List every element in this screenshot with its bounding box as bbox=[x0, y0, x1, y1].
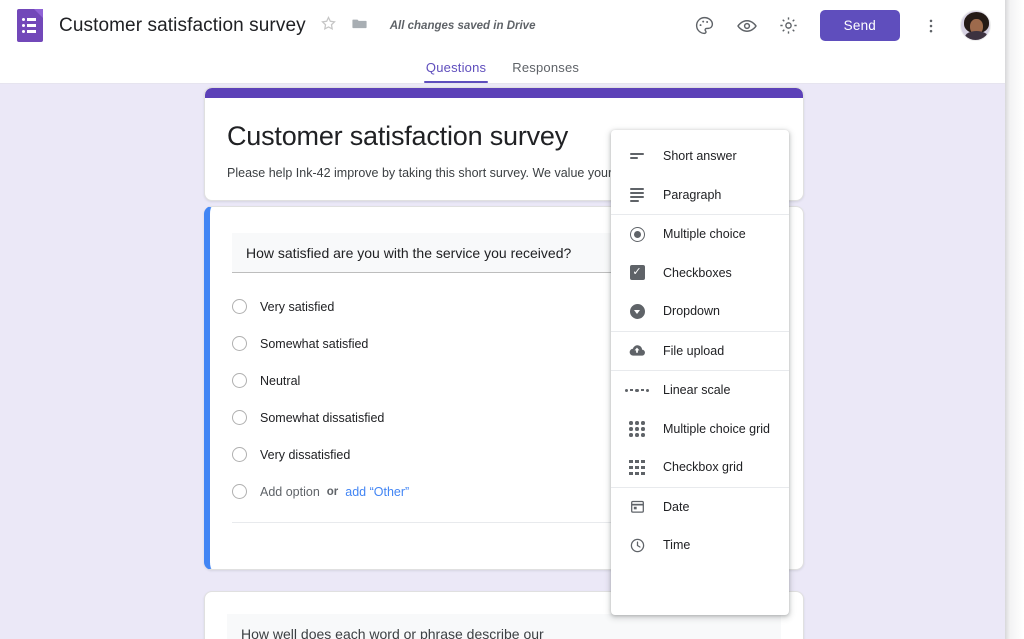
menu-item-dropdown[interactable]: Dropdown bbox=[611, 292, 789, 331]
radio-button-icon[interactable] bbox=[232, 447, 247, 462]
document-title[interactable]: Customer satisfaction survey bbox=[59, 15, 306, 37]
add-option-label[interactable]: Add option bbox=[260, 485, 320, 499]
or-label: or bbox=[326, 485, 339, 498]
tab-questions[interactable]: Questions bbox=[423, 60, 489, 83]
radio-button-icon[interactable] bbox=[232, 373, 247, 388]
radio-button-icon[interactable] bbox=[232, 336, 247, 351]
menu-item-checkbox-grid[interactable]: Checkbox grid bbox=[611, 448, 789, 487]
menu-item-label: Date bbox=[663, 499, 690, 514]
menu-item-label: Multiple choice grid bbox=[663, 421, 770, 436]
menu-item-file-upload[interactable]: File upload bbox=[611, 332, 789, 371]
screenshot-root: Customer satisfaction survey All changes… bbox=[0, 0, 1024, 639]
folder-icon[interactable] bbox=[351, 15, 368, 37]
menu-item-label: Multiple choice bbox=[663, 227, 746, 242]
palette-icon[interactable] bbox=[692, 13, 718, 39]
cloud-upload-icon bbox=[627, 341, 647, 361]
tab-bar: Questions Responses bbox=[0, 51, 1005, 84]
radio-button-icon bbox=[627, 224, 647, 244]
eye-icon[interactable] bbox=[734, 13, 760, 39]
radio-grid-icon bbox=[627, 419, 647, 439]
menu-item-label: Checkbox grid bbox=[663, 460, 743, 475]
menu-item-label: Linear scale bbox=[663, 383, 731, 398]
menu-item-date[interactable]: Date bbox=[611, 488, 789, 527]
checkbox-grid-icon bbox=[627, 457, 647, 477]
menu-item-short-answer[interactable]: Short answer bbox=[611, 137, 789, 176]
checkbox-icon: ✓ bbox=[627, 263, 647, 283]
menu-item-time[interactable]: Time bbox=[611, 526, 789, 565]
avatar[interactable] bbox=[960, 10, 991, 41]
radio-button-icon[interactable] bbox=[232, 410, 247, 425]
menu-group-datetime: Date Time bbox=[611, 486, 789, 565]
option-label[interactable]: Somewhat satisfied bbox=[260, 337, 368, 351]
browser-page: Customer satisfaction survey All changes… bbox=[0, 0, 1005, 639]
short-answer-icon bbox=[627, 146, 647, 166]
menu-item-checkboxes[interactable]: ✓ Checkboxes bbox=[611, 254, 789, 293]
menu-group-scale-grid: Linear scale Multiple choice grid Checkb… bbox=[611, 370, 789, 487]
send-button[interactable]: Send bbox=[819, 10, 900, 41]
paragraph-icon bbox=[627, 185, 647, 205]
option-label[interactable]: Somewhat dissatisfied bbox=[260, 411, 384, 425]
menu-item-label: Time bbox=[663, 538, 691, 553]
tab-responses[interactable]: Responses bbox=[512, 60, 579, 83]
menu-group-text: Short answer Paragraph bbox=[611, 137, 789, 214]
menu-group-choice: Multiple choice ✓ Checkboxes Dropdown bbox=[611, 214, 789, 331]
star-outline-icon[interactable] bbox=[320, 15, 337, 37]
menu-item-label: Paragraph bbox=[663, 187, 722, 202]
gear-icon[interactable] bbox=[776, 13, 802, 39]
option-label[interactable]: Very satisfied bbox=[260, 300, 334, 314]
app-bar: Customer satisfaction survey All changes… bbox=[0, 0, 1005, 51]
window-edge bbox=[1005, 0, 1024, 639]
menu-item-linear-scale[interactable]: Linear scale bbox=[611, 371, 789, 410]
add-other-link[interactable]: add “Other” bbox=[345, 485, 409, 499]
question-title-2[interactable]: How well does each word or phrase descri… bbox=[227, 614, 781, 639]
menu-item-label: Checkboxes bbox=[663, 265, 732, 280]
menu-item-multiple-choice[interactable]: Multiple choice bbox=[611, 215, 789, 254]
radio-button-icon[interactable] bbox=[232, 299, 247, 314]
menu-group-upload: File upload bbox=[611, 330, 789, 371]
menu-item-multiple-choice-grid[interactable]: Multiple choice grid bbox=[611, 410, 789, 449]
save-status: All changes saved in Drive bbox=[389, 19, 536, 32]
calendar-icon bbox=[627, 497, 647, 517]
menu-item-label: Short answer bbox=[663, 149, 737, 164]
question-type-menu[interactable]: Short answer Paragraph Multiple choice ✓… bbox=[611, 130, 789, 615]
app-bar-actions: Send bbox=[692, 10, 991, 41]
radio-button-icon bbox=[232, 484, 247, 499]
form-accent-bar bbox=[205, 88, 803, 98]
option-label[interactable]: Very dissatisfied bbox=[260, 448, 350, 462]
dropdown-icon bbox=[627, 301, 647, 321]
linear-scale-icon bbox=[624, 380, 650, 400]
menu-item-paragraph[interactable]: Paragraph bbox=[611, 176, 789, 215]
form-canvas: Customer satisfaction survey Please help… bbox=[0, 85, 1005, 639]
menu-item-label: File upload bbox=[663, 343, 725, 358]
clock-icon bbox=[627, 535, 647, 555]
google-forms-icon[interactable] bbox=[17, 9, 43, 42]
more-vertical-icon[interactable] bbox=[918, 13, 944, 39]
menu-item-label: Dropdown bbox=[663, 304, 720, 319]
option-label[interactable]: Neutral bbox=[260, 374, 300, 388]
